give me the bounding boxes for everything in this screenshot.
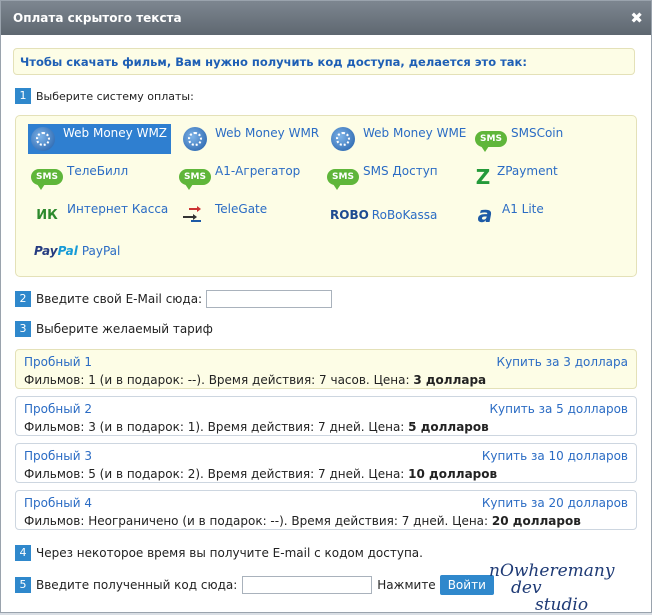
step-number: 5 <box>15 577 31 593</box>
pay-option-label: RoBoKassa <box>371 208 438 222</box>
tariff-name: Пробный 4 <box>24 496 92 510</box>
pay-option-label: A1-Агрегатор <box>215 164 301 178</box>
pay-option-sms-dostup[interactable]: SMS SMS Доступ <box>327 162 438 192</box>
press-label: Нажмите <box>377 578 436 592</box>
pay-option-label: Интернет Касса <box>67 202 169 216</box>
telegate-icon <box>180 203 210 227</box>
tariff-2: Пробный 2 Купить за 5 долларов Фильмов: … <box>15 396 637 436</box>
step-label: Выберите желаемый тариф <box>36 322 213 336</box>
pay-option-label: SMSCoin <box>511 126 564 140</box>
email-field[interactable] <box>206 290 333 308</box>
step-2: 2 Введите свой E-Mail сюда: <box>15 290 333 308</box>
pay-option-a1-lite[interactable]: a A1 Lite <box>474 200 544 230</box>
sms-icon: SMS <box>31 165 63 190</box>
webmoney-icon <box>180 127 210 151</box>
tariff-4: Пробный 4 Купить за 20 долларов Фильмов:… <box>15 490 637 530</box>
step-5: 5 Введите полученный код сюда: Нажмите В… <box>15 575 494 595</box>
login-button[interactable]: Войти <box>439 575 494 595</box>
pay-option-label: Web Money WMZ <box>63 126 168 140</box>
pay-option-label: ZPayment <box>497 164 558 178</box>
sms-icon: SMS <box>475 127 507 152</box>
pay-option-telegate[interactable]: TeleGate <box>180 200 267 230</box>
pay-option-a1-aggregator[interactable]: SMS A1-Агрегатор <box>179 162 301 192</box>
pay-option-wme[interactable]: Web Money WME <box>328 124 466 154</box>
pay-option-label: PayPal <box>81 244 121 258</box>
payment-systems-panel: Web Money WMZ Web Money WMR Web Money WM… <box>15 115 637 277</box>
a1-icon: a <box>477 202 493 228</box>
pay-option-robokassa[interactable]: ROBO RoBoKassa <box>330 200 437 230</box>
step-label: Через некоторое время вы получите E-mail… <box>36 546 423 560</box>
info-banner: Чтобы скачать фильм, Вам нужно получить … <box>13 48 635 75</box>
pay-option-smscoin[interactable]: SMS SMSCoin <box>475 124 564 154</box>
pay-option-telebill[interactable]: SMS ТелеБилл <box>31 162 129 192</box>
step-label: Введите свой E-Mail сюда: <box>36 292 203 306</box>
webmoney-icon <box>28 127 58 151</box>
step-1: 1 Выберите систему оплаты: <box>15 88 194 104</box>
ik-icon: ИК <box>36 207 58 223</box>
tariff-price: 5 долларов <box>408 420 489 434</box>
pay-option-internet-kassa[interactable]: ИК Интернет Касса <box>32 200 168 230</box>
tariff-description: Фильмов: 3 (и в подарок: 1). Время дейст… <box>24 420 489 434</box>
robo-icon: ROBO <box>330 208 369 222</box>
sms-icon: SMS <box>327 165 359 190</box>
pay-option-wmz[interactable]: Web Money WMZ <box>28 124 171 154</box>
pay-option-label: SMS Доступ <box>363 164 438 178</box>
step-4: 4 Через некоторое время вы получите E-ma… <box>15 545 423 561</box>
tariff-description: Фильмов: 5 (и в подарок: 2). Время дейст… <box>24 467 498 481</box>
step-number: 3 <box>15 321 31 337</box>
pay-option-wmr[interactable]: Web Money WMR <box>180 124 319 154</box>
pay-option-label: Web Money WMR <box>215 126 320 140</box>
zpayment-icon: Z <box>475 165 491 189</box>
pay-option-label: Web Money WME <box>363 126 467 140</box>
dialog-titlebar: Оплата скрытого текста ✖ <box>1 1 651 35</box>
tariff-price: 20 долларов <box>491 514 581 528</box>
step-number: 1 <box>15 88 31 104</box>
tariff-3: Пробный 3 Купить за 10 долларов Фильмов:… <box>15 443 637 483</box>
step-label: Введите полученный код сюда: <box>36 578 238 592</box>
tariff-description: Фильмов: Неограничено (и в подарок: --).… <box>24 514 581 528</box>
buy-link[interactable]: Купить за 20 долларов <box>482 496 628 510</box>
pay-option-zpayment[interactable]: Z ZPayment <box>472 162 558 192</box>
buy-link[interactable]: Купить за 3 доллара <box>497 355 628 369</box>
tariff-price: 10 долларов <box>408 467 498 481</box>
sms-icon: SMS <box>179 165 211 190</box>
tariff-name: Пробный 2 <box>24 402 92 416</box>
pay-option-paypal[interactable]: PayPal PayPal <box>34 236 120 266</box>
access-code-field[interactable] <box>242 576 373 594</box>
tariff-name: Пробный 1 <box>24 355 92 369</box>
pay-option-label: TeleGate <box>215 202 268 216</box>
tariff-1: Пробный 1 Купить за 3 доллара Фильмов: 1… <box>15 349 637 389</box>
studio-signature: nOwheremany dev studio <box>489 561 615 615</box>
step-3: 3 Выберите желаемый тариф <box>15 321 213 337</box>
buy-link[interactable]: Купить за 5 долларов <box>489 402 628 416</box>
dialog-title: Оплата скрытого текста <box>13 11 182 25</box>
tariff-name: Пробный 3 <box>24 449 92 463</box>
close-icon[interactable]: ✖ <box>630 1 643 35</box>
pay-option-label: A1 Lite <box>502 202 544 216</box>
buy-link[interactable]: Купить за 10 долларов <box>482 449 628 463</box>
tariff-price: 3 доллара <box>413 373 487 387</box>
paypal-icon: PayPal <box>34 244 78 258</box>
pay-option-label: ТелеБилл <box>67 164 129 178</box>
step-number: 4 <box>15 545 31 561</box>
step-number: 2 <box>15 291 31 307</box>
step-label: Выберите систему оплаты: <box>36 89 194 103</box>
payment-dialog: Оплата скрытого текста ✖ Чтобы скачать ф… <box>0 0 652 615</box>
tariff-description: Фильмов: 1 (и в подарок: --). Время дейс… <box>24 373 487 387</box>
webmoney-icon <box>328 127 358 151</box>
